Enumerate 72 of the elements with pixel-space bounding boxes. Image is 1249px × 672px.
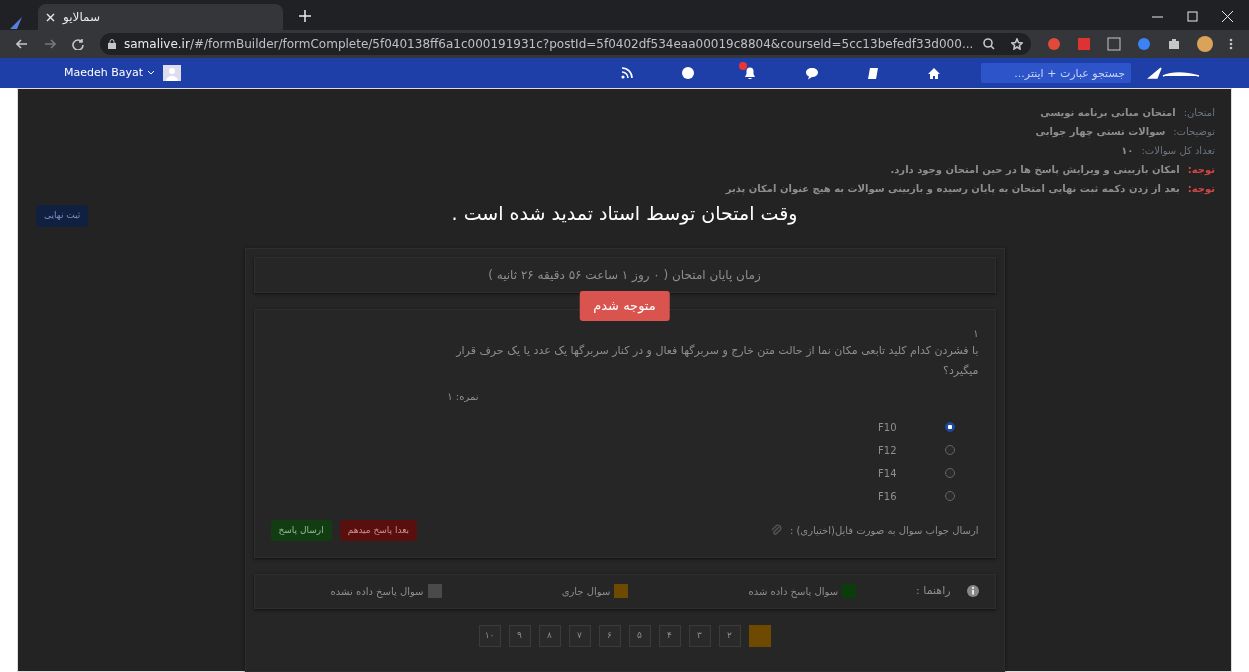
extension-icon[interactable] [1107,37,1121,51]
extension-icon[interactable] [1077,37,1091,51]
legend-label: سوال جاری [561,584,611,599]
extension-icon[interactable] [1047,37,1061,51]
page-number-button[interactable]: ۹ [508,624,531,647]
page-number-button[interactable]: ۴ [658,624,681,647]
close-icon[interactable] [46,12,55,22]
info-icon [966,585,979,598]
option-radio[interactable] [944,445,955,456]
page-number-button[interactable]: ۷ [568,624,591,647]
acknowledge-button[interactable]: متوجه شدم [579,291,670,321]
notification-dot [739,61,748,70]
forward-icon[interactable] [44,38,56,50]
more-icon[interactable] [1229,38,1233,50]
extension-icon[interactable] [1137,37,1151,51]
caret-icon[interactable] [147,70,156,76]
rss-icon[interactable] [621,67,634,79]
lock-icon [108,39,116,49]
info-value: امکان بازبینی و ویرایش پاسخ ها در حین امتحان وجود دارد. [890,163,1180,177]
page-number-button[interactable]: ۸ [538,624,561,647]
page-number-button[interactable]: ۳ [688,624,711,647]
option-label: F10 [878,420,897,435]
option-radio[interactable] [944,491,955,502]
final-submit-button[interactable]: ثبت نهایی [36,205,89,227]
exam-timer: زمان پایان امتحان ( ۰ روز ۱ ساعت ۵۶ دقیقه ۲۶ ثانیه ) [253,257,996,293]
info-label: توجه: [1187,182,1215,196]
question-number: ۱ [973,328,979,339]
close-icon[interactable] [1222,11,1233,22]
info-value: سوالات تستی چهار جوابی [1035,125,1166,139]
chat-icon[interactable] [805,66,820,80]
zoom-icon[interactable] [983,38,995,50]
modal-message: وقت امتحان توسط استاد تمدید شده است . [451,202,798,224]
option-radio[interactable] [944,422,955,433]
info-label: توضیحات: [1173,125,1215,139]
info-value: بعد از زدن دکمه ثبت نهایی امتحان به پایان رسیده و بازبینی سوالات به هیچ عنوان امکان پذیر [725,182,1180,196]
option-label: F12 [878,443,897,458]
paperclip-icon[interactable] [769,524,782,537]
page-number-button[interactable]: ۱۰ [478,624,501,647]
info-label: تعداد کل سوالات: [1141,144,1215,158]
question-text: با فشردن کدام کلید تابعی مکان نما از حالت متن خارج و سربرگها فعال و در کنار سربرگها یک عدد یا یک حرف قرار میگیرد؟ [454,343,979,379]
option-label: F16 [878,489,897,504]
site-logo-icon[interactable] [1147,66,1201,80]
option-radio[interactable] [944,468,955,479]
info-label: امتحان: [1183,106,1215,120]
maximize-icon[interactable] [1187,11,1198,22]
browser-tab[interactable]: سمالایو [38,4,283,30]
tab-title: سمالایو [63,9,101,26]
legend-title: راهنما : [916,583,951,600]
search-field[interactable]: جستجو عبارت + اینتر... [981,63,1131,83]
info-value: امتحان مبانی برنامه نویسی [1040,106,1176,120]
page-number-button[interactable]: ۶ [598,624,621,647]
star-icon[interactable] [1011,38,1023,50]
answer-later-button[interactable]: بعدا پاسخ میدهم [339,519,418,542]
info-value: ۱۰ [1121,144,1134,158]
send-answer-button[interactable]: ارسال پاسخ [270,519,332,542]
option-label: F14 [878,466,897,481]
legend-label: سوال پاسخ داده شده [748,584,839,599]
reload-icon[interactable] [72,38,84,50]
puzzle-icon[interactable] [1167,37,1181,51]
info-label: توجه: [1187,163,1215,177]
question-score: نمره: ۱ [447,390,479,402]
user-avatar-icon[interactable] [163,65,182,81]
page-number-button[interactable]: ۲ [718,624,741,647]
page-number-button[interactable]: ۵ [628,624,651,647]
back-icon[interactable] [16,38,28,50]
home-icon[interactable] [927,66,942,80]
user-name[interactable]: Maedeh Bayat [64,64,144,82]
new-tab-icon[interactable] [299,10,311,22]
avatar-icon[interactable] [1197,36,1213,52]
attachment-label: ارسال جواب سوال به صورت فایل(اختیاری) : [789,523,979,538]
bell-icon[interactable] [743,65,758,80]
legend-label: سوال پاسخ داده نشده [330,584,424,599]
